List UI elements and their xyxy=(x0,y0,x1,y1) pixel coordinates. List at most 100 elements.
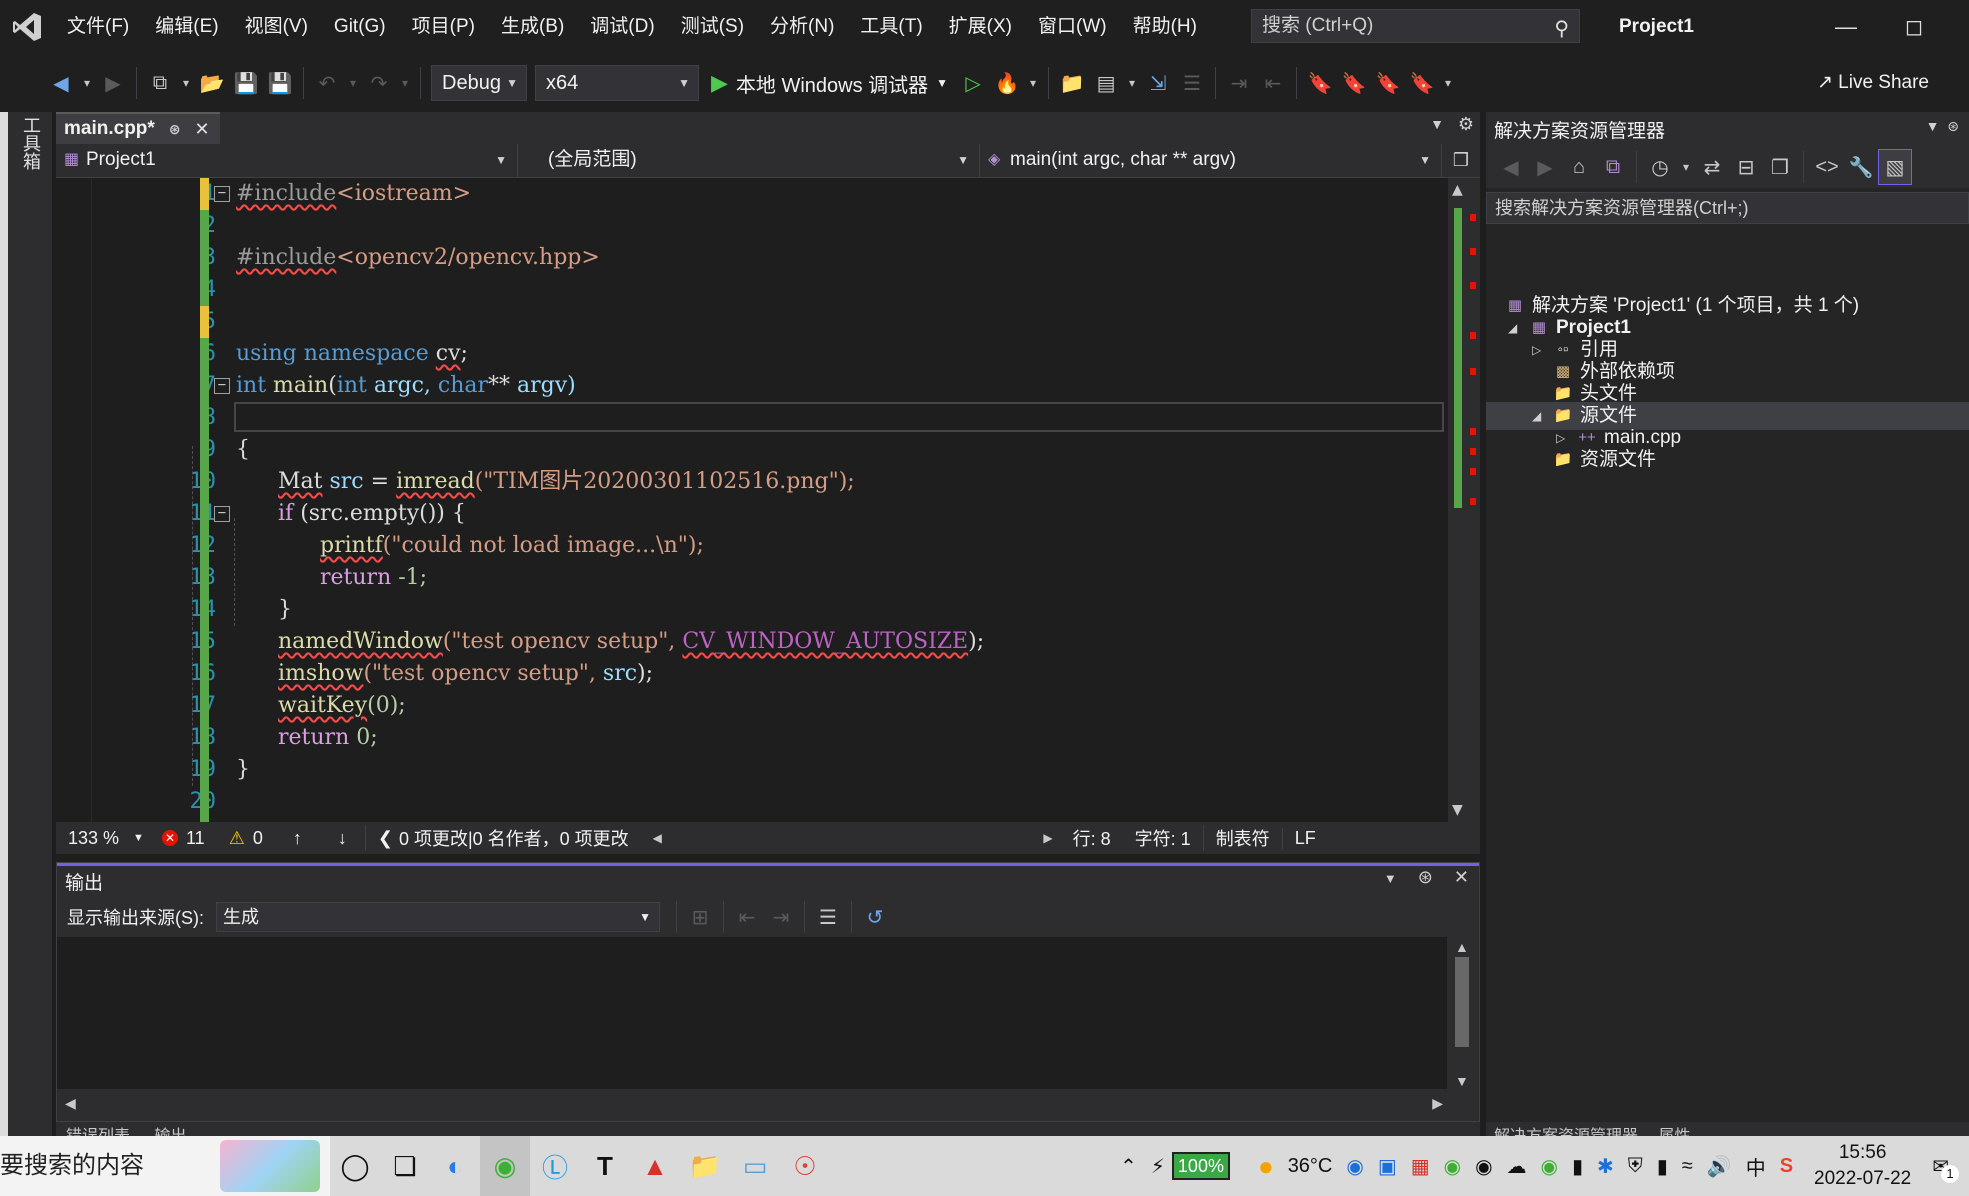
tree-item-resource-files[interactable]: 📁 资源文件 xyxy=(1552,446,1656,474)
tray-overflow-icon[interactable]: ⌃ xyxy=(1120,1154,1137,1179)
undo-icon[interactable]: ↶ xyxy=(310,65,344,101)
format-icon[interactable]: ☰ xyxy=(1175,65,1209,101)
word-wrap-icon[interactable]: ↺ xyxy=(858,899,892,935)
solution-folder-icon[interactable]: 📁 xyxy=(1055,65,1089,101)
code-editor[interactable]: 1 2 3 4 5 6 7 8 9 10 11 12 13 14 15 16 1… xyxy=(56,178,1480,822)
menu-test[interactable]: 测试(S) xyxy=(668,0,757,54)
clock[interactable]: 15:56 2022-07-22 xyxy=(1814,1140,1911,1192)
collapse-icon[interactable]: − xyxy=(214,186,230,202)
prev-bookmark-icon[interactable]: 🔖 xyxy=(1337,65,1371,101)
error-count[interactable]: ✕ 11 xyxy=(150,828,217,849)
usb-icon[interactable]: ▮ xyxy=(1572,1154,1583,1179)
char-indicator[interactable]: 字符: 1 xyxy=(1123,825,1203,851)
gear-icon[interactable]: ⚙ xyxy=(1458,114,1474,135)
eol-indicator[interactable]: LF xyxy=(1281,827,1328,849)
bluetooth-icon[interactable]: ✱ xyxy=(1597,1154,1614,1179)
live-share-button[interactable]: ↗ Live Share xyxy=(1817,54,1929,112)
menu-build[interactable]: 生成(B) xyxy=(488,0,577,54)
output-text-area[interactable] xyxy=(57,937,1447,1091)
task-view-icon[interactable]: ❏ xyxy=(380,1136,430,1196)
collapse-all-icon[interactable]: ⊟ xyxy=(1729,149,1763,185)
power-plug-icon[interactable]: ⚡ xyxy=(1151,1154,1165,1179)
notes-app-icon[interactable]: ▭ xyxy=(730,1136,780,1196)
output-source-select[interactable]: 生成 ▼ xyxy=(216,902,660,932)
tabs-indicator[interactable]: 制表符 xyxy=(1202,825,1282,851)
typora-icon[interactable]: T xyxy=(580,1136,630,1196)
find-message-icon[interactable]: ⊞ xyxy=(683,899,717,935)
menu-extensions[interactable]: 扩展(X) xyxy=(936,0,1025,54)
properties-icon[interactable]: 🔧 xyxy=(1844,149,1878,185)
close-icon[interactable]: ✕ xyxy=(195,119,210,140)
sogou-input-icon[interactable]: S xyxy=(1780,1155,1793,1178)
notification-center-icon[interactable]: ✉ 1 xyxy=(1932,1154,1959,1183)
minimize-icon[interactable]: — xyxy=(1816,0,1876,54)
menu-view[interactable]: 视图(V) xyxy=(232,0,321,54)
tab-list-dropdown-icon[interactable]: ▼ xyxy=(1430,116,1444,132)
error-marker[interactable] xyxy=(1470,248,1476,255)
scope-dropdown[interactable]: (全局范围) ▼ xyxy=(518,144,980,178)
scroll-right-icon[interactable]: ▶ xyxy=(1432,1095,1443,1112)
edge-browser-icon[interactable]: ◐ xyxy=(430,1136,480,1196)
battery-indicator[interactable]: 100% xyxy=(1171,1152,1230,1180)
layout-dropdown-icon[interactable]: ▾ xyxy=(1123,65,1141,101)
scroll-left-icon[interactable]: ◀ xyxy=(65,1095,76,1112)
undo-dropdown-icon[interactable]: ▾ xyxy=(344,65,362,101)
scroll-down-icon[interactable]: ▼ xyxy=(1452,802,1463,818)
solution-search-input[interactable]: 搜索解决方案资源管理器(Ctrl+;) xyxy=(1486,192,1969,224)
menu-tools[interactable]: 工具(T) xyxy=(847,0,935,54)
sync-icon[interactable]: ⇄ xyxy=(1695,149,1729,185)
browser-e-icon[interactable]: Ⓛ xyxy=(530,1136,580,1196)
output-horizontal-scrollbar[interactable]: ◀ ▶ xyxy=(57,1089,1479,1121)
pin-icon[interactable]: ⊛ xyxy=(1947,118,1959,134)
hot-reload-icon[interactable]: 🔥 xyxy=(990,65,1024,101)
error-marker[interactable] xyxy=(1470,282,1476,289)
forward-icon[interactable]: ▶ xyxy=(1528,149,1562,185)
save-icon[interactable]: 💾 xyxy=(229,65,263,101)
matlab-icon[interactable]: ▲ xyxy=(630,1136,680,1196)
editor-horizontal-scrollbar[interactable]: ◀ ▶ xyxy=(641,831,1061,845)
menu-git[interactable]: Git(G) xyxy=(321,0,399,54)
cortana-icon[interactable]: ◯ xyxy=(330,1136,380,1196)
temperature-value[interactable]: 36°C xyxy=(1288,1155,1333,1178)
tab-main-cpp[interactable]: main.cpp* ⊛ ✕ xyxy=(56,112,220,144)
start-debugging-button[interactable]: ▶ 本地 Windows 调试器 ▼ xyxy=(703,65,956,101)
bookmark-icon[interactable]: 🔖 xyxy=(1303,65,1337,101)
visual-studio-logo-icon[interactable] xyxy=(0,0,54,54)
scroll-right-icon[interactable]: ▶ xyxy=(1043,831,1052,845)
clear-all-icon[interactable]: ☰ xyxy=(811,899,845,935)
line-indicator[interactable]: 行: 8 xyxy=(1061,825,1123,851)
project-dropdown[interactable]: ▦ Project1 ▼ xyxy=(56,144,518,178)
toolbox-tab[interactable]: 工具箱 xyxy=(21,112,44,170)
chrome-icon[interactable]: ☉ xyxy=(780,1136,830,1196)
redo-dropdown-icon[interactable]: ▾ xyxy=(396,65,414,101)
file-explorer-icon[interactable]: 📁 xyxy=(680,1136,730,1196)
outdent-icon[interactable]: ⇤ xyxy=(1256,65,1290,101)
wifi-icon[interactable]: ≈ xyxy=(1682,1155,1693,1178)
close-icon[interactable]: ✕ xyxy=(1454,867,1469,887)
error-marker[interactable] xyxy=(1470,368,1476,375)
output-vertical-scrollbar[interactable]: ▲ ▼ xyxy=(1447,937,1479,1091)
prev-issue-icon[interactable]: ↑ xyxy=(275,828,320,849)
split-icon[interactable]: ❒ xyxy=(1442,144,1480,177)
switch-views-icon[interactable]: ⧉ xyxy=(1596,149,1630,185)
record-tray-icon[interactable]: ◉ xyxy=(1475,1154,1492,1179)
scroll-thumb[interactable] xyxy=(1455,957,1469,1047)
search-input[interactable]: 搜索 (Ctrl+Q) ⚲ xyxy=(1251,9,1580,43)
cloud-icon[interactable]: ☁ xyxy=(1507,1154,1527,1179)
collapsed-triangle-icon[interactable]: ▷ xyxy=(1532,336,1552,364)
pin-icon[interactable]: ⊛ xyxy=(169,121,181,138)
configuration-select[interactable]: Debug ▼ xyxy=(431,65,527,101)
scroll-down-icon[interactable]: ▼ xyxy=(1455,1073,1469,1089)
tab-error-list[interactable]: 错误列表 xyxy=(56,1128,140,1136)
error-marker[interactable] xyxy=(1470,332,1476,339)
menu-file[interactable]: 文件(F) xyxy=(54,0,142,54)
tab-output[interactable]: 输出 xyxy=(144,1128,196,1136)
menu-debug[interactable]: 调试(D) xyxy=(577,0,667,54)
preview-selected-icon[interactable]: ▧ xyxy=(1878,149,1912,185)
tab-properties[interactable]: 属性 xyxy=(1650,1128,1698,1136)
next-message-icon[interactable]: ⇥ xyxy=(764,899,798,935)
pending-changes-icon[interactable]: ◷ xyxy=(1643,149,1677,185)
home-icon[interactable]: ⌂ xyxy=(1562,149,1596,185)
scroll-left-icon[interactable]: ◀ xyxy=(653,831,662,845)
indent-icon[interactable]: ⇥ xyxy=(1222,65,1256,101)
